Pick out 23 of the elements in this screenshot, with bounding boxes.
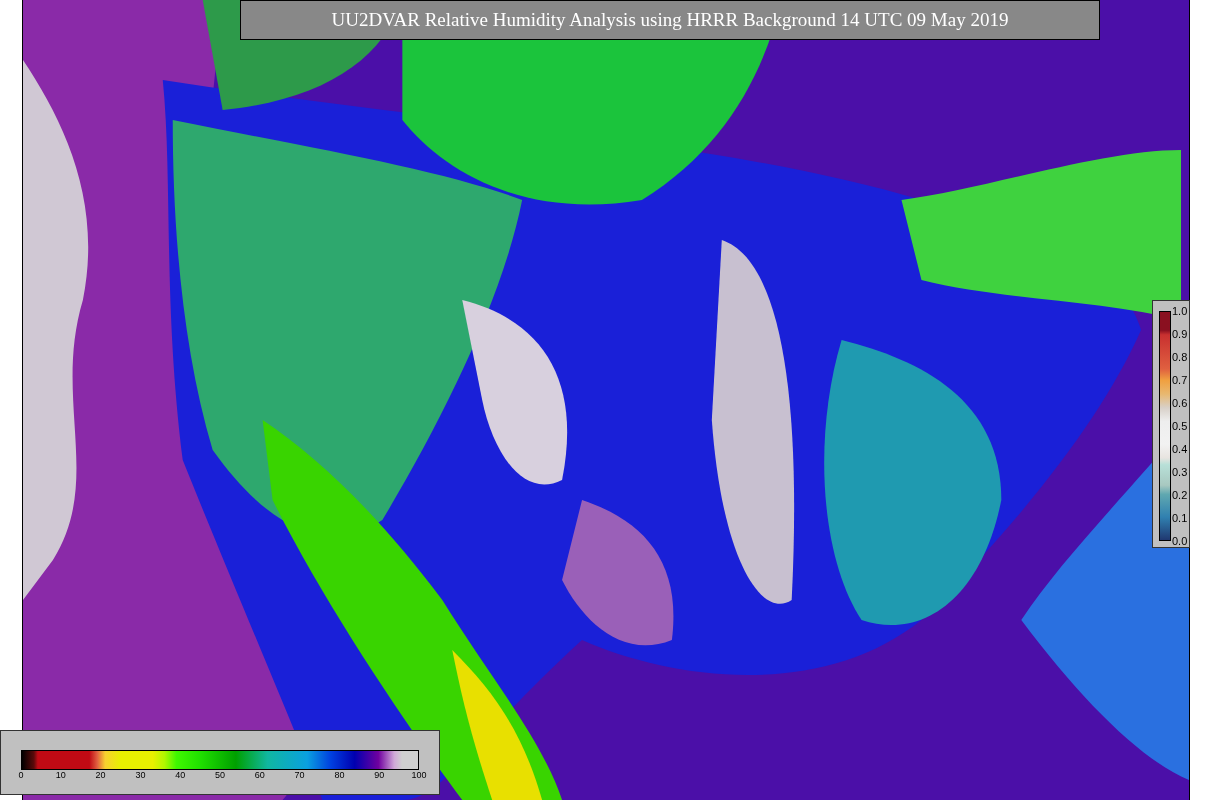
tick-label: 0.6 — [1172, 397, 1188, 409]
tick-label: 1.0 — [1172, 305, 1188, 317]
tick-label: 100 — [411, 771, 427, 780]
tick-label: 0.4 — [1172, 443, 1188, 455]
tick-label: 50 — [215, 771, 225, 780]
tick-label: 40 — [175, 771, 186, 780]
tick-label: 0.0 — [1172, 535, 1188, 547]
tick-label: 0.7 — [1172, 374, 1188, 386]
tick-label: 0.5 — [1172, 420, 1188, 432]
tick-label: 0.3 — [1172, 466, 1188, 478]
tick-label: 70 — [294, 771, 305, 780]
tick-label: 20 — [95, 771, 106, 780]
tick-label: 0.8 — [1172, 351, 1188, 363]
tick-label: 60 — [254, 771, 265, 780]
tick-label: 90 — [374, 771, 385, 780]
tick-label: 10 — [55, 771, 66, 780]
tick-label: 80 — [334, 771, 345, 780]
map-title: UU2DVAR Relative Humidity Analysis using HRRR Background 14 UTC 09 May 2019 — [240, 0, 1100, 40]
tick-label: 0.2 — [1172, 489, 1188, 501]
tick-label: 0.1 — [1172, 512, 1188, 524]
tick-label: 0 — [18, 771, 24, 780]
tick-label: 30 — [135, 771, 146, 780]
tick-label: 0.9 — [1172, 328, 1188, 340]
